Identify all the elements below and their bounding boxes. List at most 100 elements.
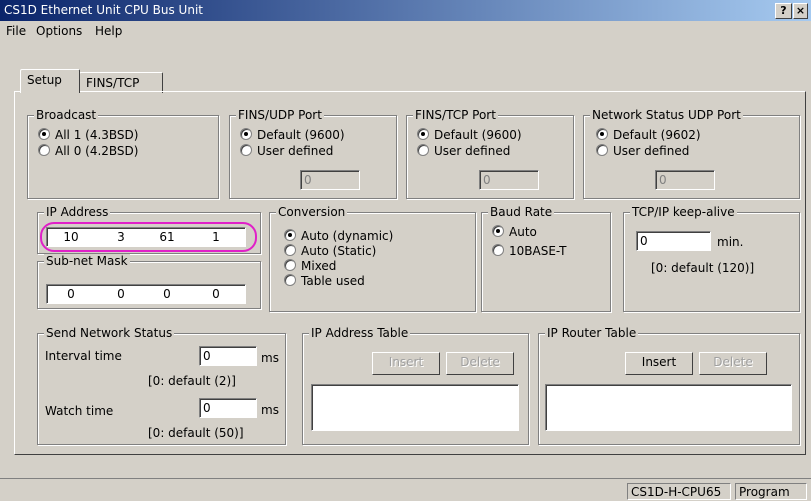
radio-checked-icon (596, 128, 608, 140)
window-title: CS1D Ethernet Unit CPU Bus Unit (4, 3, 203, 17)
send-status-group: Send Network Status Interval time 0 ms [… (37, 326, 286, 445)
subnet-octet-4: 0 (212, 287, 220, 301)
radio-unchecked-icon (38, 144, 50, 156)
broadcast-all1-label: All 1 (4.3BSD) (55, 128, 139, 142)
subnet-octet-1: 0 (67, 287, 75, 301)
radio-unchecked-icon (284, 274, 296, 286)
conversion-auto-dynamic-radio[interactable]: Auto (dynamic) (284, 229, 393, 243)
fins-tcp-user-label: User defined (434, 144, 511, 158)
conversion-table-radio[interactable]: Table used (284, 274, 365, 288)
fins-udp-default-radio[interactable]: Default (9600) (240, 128, 345, 142)
fins-udp-group: FINS/UDP Port Default (9600) User define… (229, 108, 397, 199)
fins-tcp-default-radio[interactable]: Default (9600) (417, 128, 522, 142)
tab-fins-tcp-label: FINS/TCP (86, 76, 140, 90)
fins-udp-default-label: Default (9600) (257, 128, 345, 142)
ip-address-highlight-ring (40, 222, 257, 252)
conversion-auto-static-label: Auto (Static) (301, 244, 377, 258)
radio-checked-icon (38, 128, 50, 140)
ip-table-list[interactable] (311, 384, 519, 431)
fins-udp-user-radio[interactable]: User defined (240, 144, 333, 158)
broadcast-all1-radio[interactable]: All 1 (4.3BSD) (38, 128, 138, 142)
interval-unit: ms (261, 351, 279, 365)
radio-unchecked-icon (284, 259, 296, 271)
keepalive-field[interactable]: 0 (636, 231, 711, 251)
keepalive-unit: min. (717, 235, 744, 249)
radio-checked-icon (417, 128, 429, 140)
fins-udp-port-field[interactable]: 0 (300, 170, 360, 190)
net-status-default-label: Default (9602) (613, 128, 701, 142)
fins-tcp-port-field[interactable]: 0 (479, 170, 539, 190)
tab-setup[interactable]: Setup (20, 69, 80, 93)
baud-auto-radio[interactable]: Auto (492, 225, 537, 239)
help-button[interactable]: ? (775, 3, 792, 19)
subnet-octet-2: 0 (117, 287, 125, 301)
radio-checked-icon (284, 229, 296, 241)
baud-rate-legend: Baud Rate (488, 205, 555, 219)
status-mode: Program (735, 483, 807, 500)
conversion-mixed-label: Mixed (301, 259, 337, 273)
net-status-user-label: User defined (613, 144, 690, 158)
fins-udp-user-label: User defined (257, 144, 334, 158)
conversion-group: Conversion Auto (dynamic) Auto (Static) … (269, 205, 476, 312)
interval-time-field[interactable]: 0 (199, 346, 257, 366)
fins-tcp-group: FINS/TCP Port Default (9600) User define… (406, 108, 574, 199)
tab-setup-label: Setup (27, 73, 62, 87)
radio-unchecked-icon (596, 144, 608, 156)
status-bar: CS1D-H-CPU65 Program (0, 478, 811, 501)
subnet-legend: Sub-net Mask (44, 254, 130, 268)
baud-rate-group: Baud Rate Auto 10BASE-T (481, 205, 611, 312)
net-status-udp-legend: Network Status UDP Port (590, 108, 743, 122)
ip-table-delete-button[interactable]: Delete (446, 352, 514, 375)
menu-options[interactable]: Options (36, 24, 82, 38)
baud-10baset-radio[interactable]: 10BASE-T (492, 244, 566, 258)
close-button[interactable]: × (793, 3, 808, 19)
broadcast-group: Broadcast All 1 (4.3BSD) All 0 (4.2BSD) (27, 108, 219, 199)
broadcast-all0-label: All 0 (4.2BSD) (55, 144, 139, 158)
conversion-auto-dynamic-label: Auto (dynamic) (301, 229, 394, 243)
router-table-list[interactable] (545, 384, 792, 431)
menu-bar: File Options Help (0, 21, 811, 41)
fins-tcp-legend: FINS/TCP Port (413, 108, 498, 122)
watch-unit: ms (261, 403, 279, 417)
broadcast-legend: Broadcast (34, 108, 99, 122)
baud-auto-label: Auto (509, 225, 537, 239)
fins-udp-legend: FINS/UDP Port (236, 108, 324, 122)
interval-note: [0: default (2)] (148, 374, 236, 388)
radio-checked-icon (492, 225, 504, 237)
fins-tcp-user-radio[interactable]: User defined (417, 144, 510, 158)
fins-tcp-default-label: Default (9600) (434, 128, 522, 142)
subnet-octet-3: 0 (163, 287, 171, 301)
radio-checked-icon (240, 128, 252, 140)
keepalive-note: [0: default (120)] (651, 261, 755, 275)
conversion-auto-static-radio[interactable]: Auto (Static) (284, 244, 376, 258)
tab-fins-tcp[interactable]: FINS/TCP (79, 72, 163, 93)
menu-file[interactable]: File (6, 24, 26, 38)
radio-unchecked-icon (417, 144, 429, 156)
status-model: CS1D-H-CPU65 (627, 483, 731, 500)
net-status-port-field[interactable]: 0 (655, 170, 715, 190)
net-status-default-radio[interactable]: Default (9602) (596, 128, 701, 142)
router-table-insert-button[interactable]: Insert (625, 352, 693, 375)
router-table-group: IP Router Table Insert Delete (538, 326, 800, 445)
title-bar: CS1D Ethernet Unit CPU Bus Unit ? × (0, 0, 811, 21)
router-table-legend: IP Router Table (545, 326, 639, 340)
keepalive-legend: TCP/IP keep-alive (630, 205, 737, 219)
watch-time-field[interactable]: 0 (199, 398, 257, 418)
baud-10baset-label: 10BASE-T (509, 244, 567, 258)
interval-time-label: Interval time (45, 349, 122, 363)
menu-help[interactable]: Help (95, 24, 122, 38)
subnet-mask-field[interactable]: 0 0 0 0 (46, 284, 246, 304)
keepalive-group: TCP/IP keep-alive 0 min. [0: default (12… (623, 205, 800, 312)
broadcast-all0-radio[interactable]: All 0 (4.2BSD) (38, 144, 138, 158)
radio-unchecked-icon (284, 244, 296, 256)
ip-table-insert-button[interactable]: Insert (372, 352, 440, 375)
send-status-legend: Send Network Status (44, 326, 175, 340)
radio-unchecked-icon (240, 144, 252, 156)
conversion-mixed-radio[interactable]: Mixed (284, 259, 336, 273)
net-status-user-radio[interactable]: User defined (596, 144, 689, 158)
watch-time-label: Watch time (45, 404, 114, 418)
watch-note: [0: default (50)] (148, 426, 244, 440)
conversion-legend: Conversion (276, 205, 348, 219)
router-table-delete-button[interactable]: Delete (699, 352, 767, 375)
ip-table-group: IP Address Table Insert Delete (302, 326, 529, 445)
